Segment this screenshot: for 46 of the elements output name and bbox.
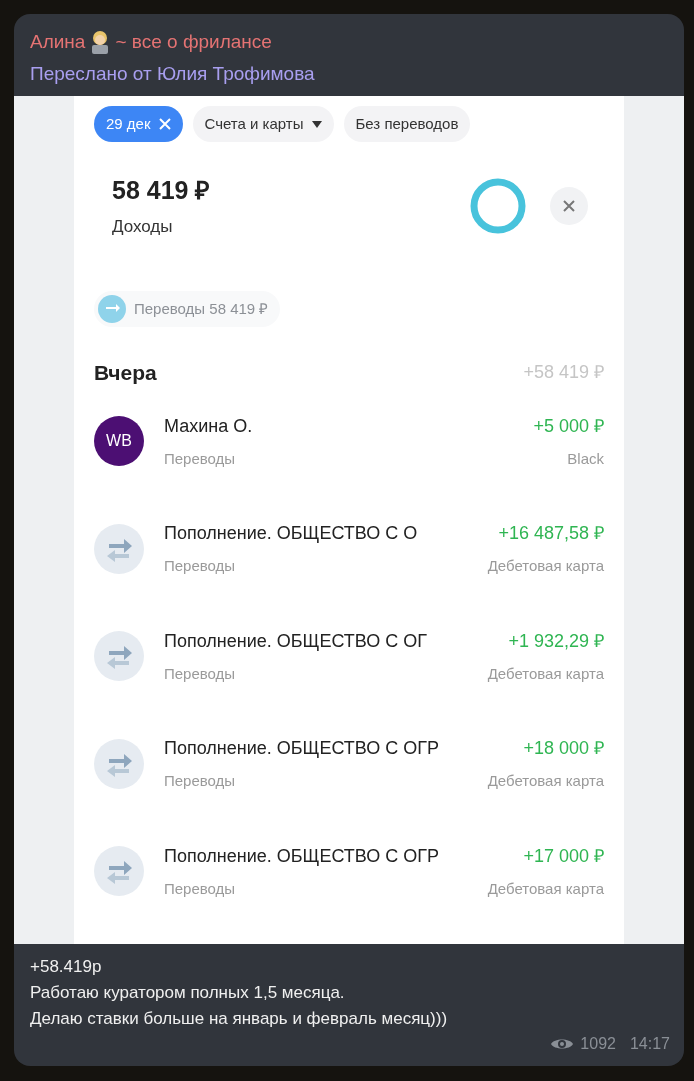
account-name: Black [567,448,604,469]
transaction-amount: +17 000 ₽ [523,844,604,868]
filter-chip[interactable]: 29 дек [94,106,183,142]
account-name: Дебетовая карта [487,771,604,791]
transfer-arrows-icon [94,846,144,897]
close-icon [158,118,171,130]
transfer-icon [98,295,126,323]
transaction-amount: +18 000 ₽ [523,737,604,760]
transaction-category: Переводы [164,448,236,469]
transfer-arrows-icon [94,738,144,789]
filter-chip[interactable]: Без переводов [343,106,471,142]
transaction-title[interactable]: Пополнение. ОБЩЕСТВО С ОГР [164,842,440,870]
view-count: 1092 [580,1034,616,1054]
account-name: Дебетовая карта [487,556,604,576]
merchant-logo: WB [94,416,144,467]
transfer-arrows-icon [94,631,144,682]
close-button[interactable] [550,186,588,225]
transaction-title[interactable]: Пополнение. ОБЩЕСТВО С О [164,520,418,547]
channel-topic: ~ все о фрилансе [115,30,272,54]
forwarded-from[interactable]: Переслано от Юлия Трофимова [30,59,668,88]
caret-icon [311,120,322,128]
transaction-amount: +16 487,58 ₽ [498,522,604,545]
day-heading: Вчера [94,360,157,386]
caption-line: Работаю куратором полных 1,5 месяца. [30,982,346,1004]
income-label: Доходы [112,215,174,238]
message-time: 14:17 [629,1034,670,1054]
transfer-arrows-icon [94,523,144,574]
transaction-title[interactable]: Пополнение. ОБЩЕСТВО С ОГ [164,627,428,655]
close-icon [563,199,575,212]
transaction-title[interactable]: Пополнение. ОБЩЕСТВО С ОГР [164,735,440,762]
transaction-category: Переводы [164,771,236,791]
income-total: 58 419 ₽ [112,175,211,206]
ring-chart-icon [470,177,526,234]
account-name: Дебетовая карта [487,878,604,899]
caption-line: +58.419р [30,956,103,978]
transaction-category: Переводы [164,878,236,899]
transaction-title[interactable]: Махина О. [164,412,253,440]
transaction-category: Переводы [164,556,236,576]
caption-line: Делаю ставки больше на январь и февраль месяц))) [30,1008,449,1030]
account-name: Дебетовая карта [487,663,604,684]
filter-chip[interactable]: Счета и карты [192,106,334,142]
day-sum: +58 419 ₽ [523,361,604,385]
transaction-amount: +5 000 ₽ [533,414,604,438]
transaction-amount: +1 932,29 ₽ [508,629,604,653]
transaction-category: Переводы [164,663,236,684]
channel-name[interactable]: Алина [30,28,86,57]
